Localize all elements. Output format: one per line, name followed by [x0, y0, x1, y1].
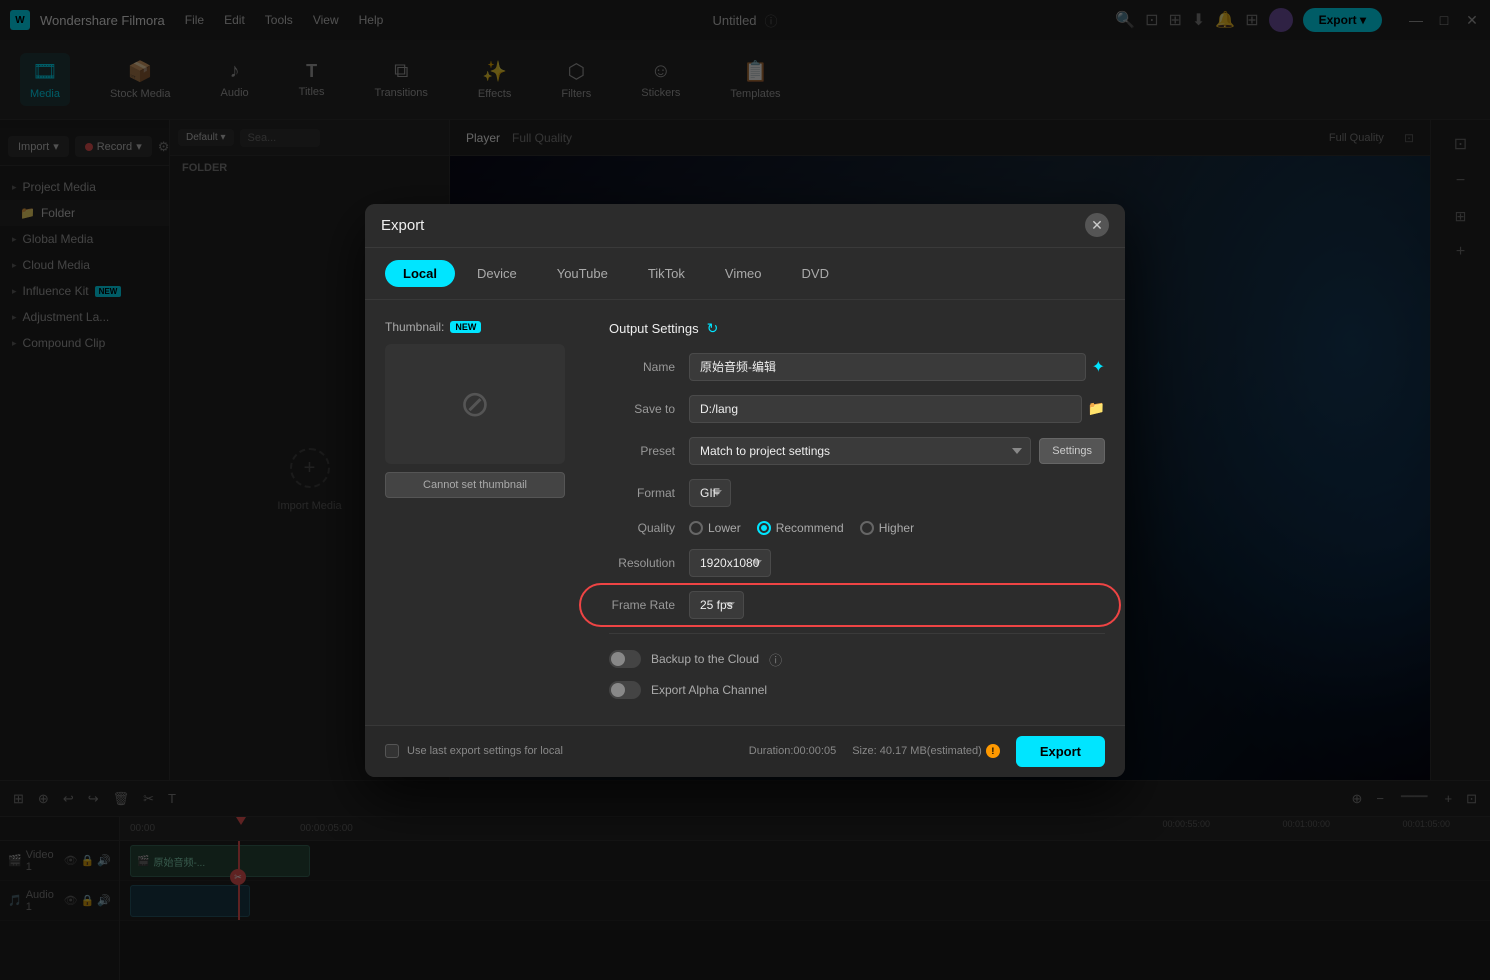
- save-to-control: D:/lang 📁: [689, 395, 1105, 423]
- export-alpha-toggle[interactable]: [609, 681, 641, 699]
- use-last-label: Use last export settings for local: [407, 745, 563, 757]
- save-to-label: Save to: [609, 402, 689, 416]
- quality-control: Lower Recommend Higher: [689, 521, 1105, 535]
- thumbnail-no-icon: ⊘: [460, 383, 490, 425]
- quality-lower-radio: [689, 521, 703, 535]
- export-alpha-thumb: [611, 683, 625, 697]
- frame-rate-control: 25 fps: [689, 591, 1105, 619]
- use-last-checkbox[interactable]: Use last export settings for local: [385, 744, 563, 758]
- preset-row: Preset Match to project settings Setting…: [609, 437, 1105, 465]
- tab-dvd[interactable]: DVD: [784, 260, 847, 287]
- modal-overlay: Export ✕ Local Device YouTube TikTok Vim…: [0, 0, 1490, 980]
- tab-device[interactable]: Device: [459, 260, 535, 287]
- duration-info: Duration:00:00:05: [749, 745, 836, 757]
- quality-higher[interactable]: Higher: [860, 521, 914, 535]
- tab-local[interactable]: Local: [385, 260, 455, 287]
- quality-lower[interactable]: Lower: [689, 521, 741, 535]
- format-row: Format GIF: [609, 479, 1105, 507]
- modal-tabs: Local Device YouTube TikTok Vimeo DVD: [365, 248, 1125, 300]
- resolution-label: Resolution: [609, 556, 689, 570]
- frame-rate-select[interactable]: 25 fps: [689, 591, 744, 619]
- thumbnail-preview: ⊘: [385, 344, 565, 464]
- backup-cloud-row: Backup to the Cloud ⓘ: [609, 644, 1105, 675]
- format-label: Format: [609, 486, 689, 500]
- output-settings-section: Output Settings ↻ Name ✦ Save to D:/lang: [609, 320, 1105, 705]
- save-to-row: Save to D:/lang 📁: [609, 395, 1105, 423]
- tab-tiktok[interactable]: TikTok: [630, 260, 703, 287]
- quality-higher-label: Higher: [879, 521, 914, 535]
- use-last-check-input[interactable]: [385, 744, 399, 758]
- thumbnail-label: Thumbnail: NEW: [385, 320, 585, 334]
- quality-recommend[interactable]: Recommend: [757, 521, 844, 535]
- tab-vimeo[interactable]: Vimeo: [707, 260, 780, 287]
- export-final-button[interactable]: Export: [1016, 736, 1105, 767]
- quality-label: Quality: [609, 521, 689, 535]
- export-alpha-row: Export Alpha Channel: [609, 675, 1105, 705]
- backup-cloud-thumb: [611, 652, 625, 666]
- resolution-select[interactable]: 1920x1080: [689, 549, 771, 577]
- quality-higher-radio: [860, 521, 874, 535]
- settings-button[interactable]: Settings: [1039, 438, 1105, 464]
- backup-cloud-help-icon[interactable]: ⓘ: [769, 650, 782, 669]
- frame-rate-label: Frame Rate: [609, 598, 689, 612]
- resolution-row: Resolution 1920x1080: [609, 549, 1105, 577]
- name-control: ✦: [689, 353, 1105, 381]
- cannot-thumbnail-button[interactable]: Cannot set thumbnail: [385, 472, 565, 498]
- preset-label: Preset: [609, 444, 689, 458]
- browse-icon[interactable]: 📁: [1088, 400, 1105, 417]
- modal-close-button[interactable]: ✕: [1085, 213, 1109, 237]
- divider: [609, 633, 1105, 634]
- backup-cloud-toggle[interactable]: [609, 650, 641, 668]
- size-info-icon[interactable]: !: [986, 744, 1000, 758]
- format-select[interactable]: GIF: [689, 479, 731, 507]
- format-control: GIF: [689, 479, 1105, 507]
- thumbnail-section: Thumbnail: NEW ⊘ Cannot set thumbnail: [385, 320, 585, 705]
- name-row: Name ✦: [609, 353, 1105, 381]
- modal-title: Export: [381, 217, 424, 234]
- quality-row: Quality Lower Recommend: [609, 521, 1105, 535]
- frame-rate-row: Frame Rate 25 fps: [609, 591, 1105, 619]
- thumbnail-new-badge: NEW: [450, 321, 481, 333]
- save-to-path: D:/lang: [689, 395, 1082, 423]
- name-label: Name: [609, 360, 689, 374]
- size-info: Size: 40.17 MB(estimated) !: [852, 744, 1000, 758]
- quality-recommend-label: Recommend: [776, 521, 844, 535]
- backup-cloud-label: Backup to the Cloud: [651, 652, 759, 666]
- resolution-control: 1920x1080: [689, 549, 1105, 577]
- footer-right: Duration:00:00:05 Size: 40.17 MB(estimat…: [749, 736, 1105, 767]
- size-text: Size: 40.17 MB(estimated): [852, 745, 982, 757]
- ai-icon[interactable]: ✦: [1092, 357, 1105, 377]
- export-modal: Export ✕ Local Device YouTube TikTok Vim…: [365, 204, 1125, 777]
- modal-footer: Use last export settings for local Durat…: [365, 725, 1125, 777]
- quality-recommend-dot: [761, 525, 767, 531]
- quality-lower-label: Lower: [708, 521, 741, 535]
- modal-header: Export ✕: [365, 204, 1125, 248]
- export-alpha-label: Export Alpha Channel: [651, 683, 767, 697]
- output-settings-title: Output Settings ↻: [609, 320, 1105, 337]
- preset-select[interactable]: Match to project settings: [689, 437, 1031, 465]
- quality-recommend-radio: [757, 521, 771, 535]
- output-refresh-icon[interactable]: ↻: [707, 320, 719, 337]
- preset-control: Match to project settings Settings: [689, 437, 1105, 465]
- name-input[interactable]: [689, 353, 1086, 381]
- tab-youtube[interactable]: YouTube: [539, 260, 626, 287]
- modal-body: Thumbnail: NEW ⊘ Cannot set thumbnail Ou…: [365, 300, 1125, 725]
